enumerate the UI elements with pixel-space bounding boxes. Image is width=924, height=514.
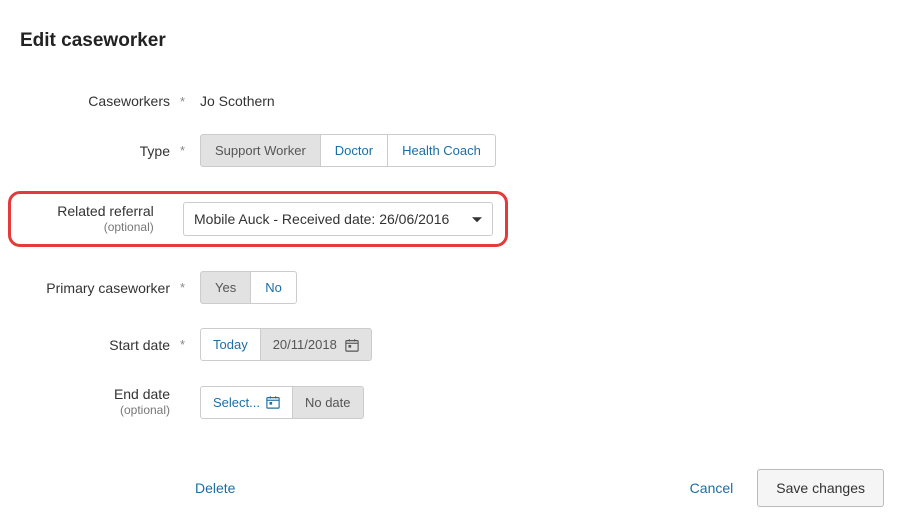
- highlight-box: Related referral (optional) Mobile Auck …: [8, 191, 508, 247]
- label-related-referral-text: Related referral: [57, 203, 154, 219]
- page-title: Edit caseworker: [20, 30, 904, 52]
- required-marker: *: [180, 143, 194, 158]
- row-end-date: End date (optional) Select... No date: [20, 385, 904, 419]
- delete-button[interactable]: Delete: [195, 480, 235, 496]
- label-start-date: Start date: [20, 336, 180, 354]
- end-date-group: Select... No date: [200, 386, 364, 419]
- required-marker: *: [180, 94, 194, 109]
- primary-option-no[interactable]: No: [250, 271, 297, 304]
- end-date-picker-label: Select...: [213, 395, 260, 410]
- chevron-down-icon: [472, 217, 482, 222]
- label-end-date-optional: (optional): [20, 403, 170, 419]
- related-referral-select[interactable]: Mobile Auck - Received date: 26/06/2016: [183, 202, 493, 236]
- calendar-icon: [345, 338, 359, 352]
- row-type: Type * Support Worker Doctor Health Coac…: [20, 134, 904, 167]
- end-date-value: No date: [305, 395, 351, 410]
- type-options: Support Worker Doctor Health Coach: [200, 134, 496, 167]
- primary-option-yes[interactable]: Yes: [200, 271, 251, 304]
- row-related-referral: Related referral (optional) Mobile Auck …: [20, 191, 904, 247]
- calendar-icon: [266, 395, 280, 409]
- required-marker: *: [180, 337, 194, 352]
- caseworkers-value: Jo Scothern: [200, 93, 275, 109]
- primary-options: Yes No: [200, 271, 297, 304]
- row-primary: Primary caseworker * Yes No: [20, 271, 904, 304]
- type-option-support-worker[interactable]: Support Worker: [200, 134, 321, 167]
- label-related-referral: Related referral (optional): [23, 202, 164, 236]
- required-marker: *: [180, 280, 194, 295]
- start-date-value: 20/11/2018: [273, 337, 337, 352]
- related-referral-value: Mobile Auck - Received date: 26/06/2016: [194, 211, 449, 227]
- save-button[interactable]: Save changes: [757, 469, 884, 507]
- end-date-display: No date: [292, 386, 364, 419]
- row-start-date: Start date * Today 20/11/2018: [20, 328, 904, 361]
- start-date-display[interactable]: 20/11/2018: [260, 328, 372, 361]
- footer: Delete Cancel Save changes: [20, 469, 904, 507]
- label-type: Type: [20, 142, 180, 160]
- label-caseworkers: Caseworkers: [20, 92, 180, 110]
- label-related-referral-optional: (optional): [23, 220, 154, 236]
- type-option-health-coach[interactable]: Health Coach: [387, 134, 496, 167]
- end-date-select-button[interactable]: Select...: [200, 386, 293, 419]
- start-date-group: Today 20/11/2018: [200, 328, 372, 361]
- row-caseworkers: Caseworkers * Jo Scothern: [20, 92, 904, 110]
- cancel-button[interactable]: Cancel: [690, 480, 734, 496]
- label-primary: Primary caseworker: [20, 279, 180, 297]
- label-end-date: End date (optional): [20, 385, 180, 419]
- type-option-doctor[interactable]: Doctor: [320, 134, 388, 167]
- label-end-date-text: End date: [114, 386, 170, 402]
- start-date-today-button[interactable]: Today: [200, 328, 261, 361]
